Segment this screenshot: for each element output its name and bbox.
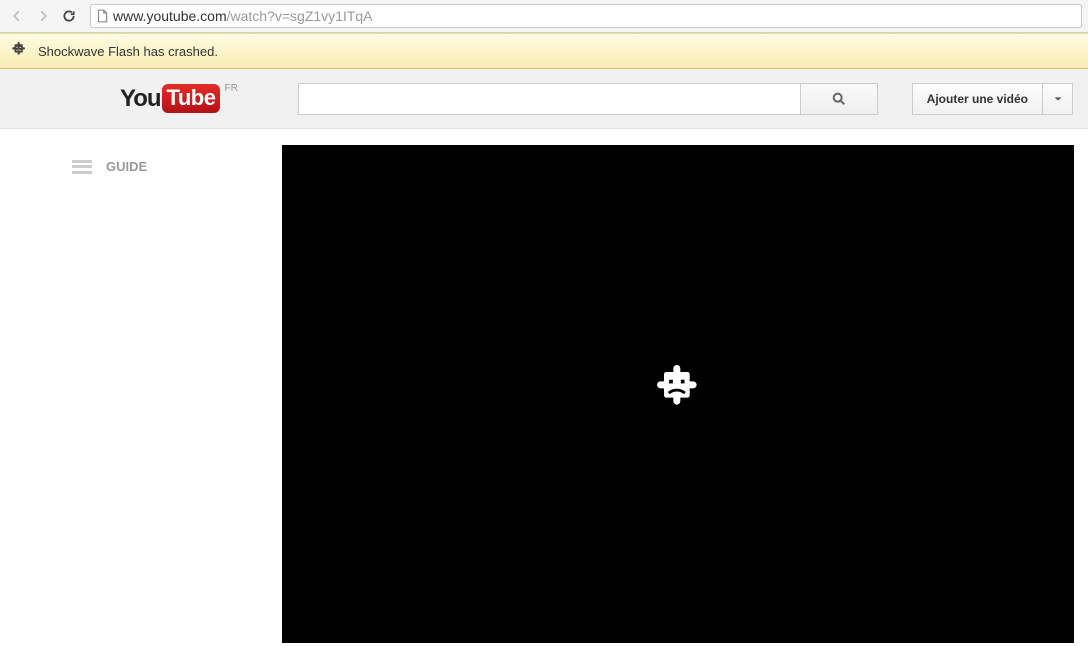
url-domain: www.youtube.com	[113, 8, 227, 24]
video-player[interactable]	[282, 145, 1074, 643]
guide-toggle[interactable]: GUIDE	[72, 159, 262, 174]
hamburger-icon	[72, 160, 92, 174]
browser-toolbar: www.youtube.com/watch?v=sgZ1vy1ITqA	[0, 0, 1088, 33]
page-icon	[95, 9, 109, 23]
masthead-right: Ajouter une vidéo	[912, 83, 1073, 115]
upload-button[interactable]: Ajouter une vidéo	[912, 83, 1043, 115]
url-text: www.youtube.com/watch?v=sgZ1vy1ITqA	[113, 8, 373, 24]
plugin-crash-icon	[10, 42, 28, 60]
search-input[interactable]	[298, 83, 800, 115]
upload-menu-button[interactable]	[1043, 83, 1073, 115]
search-button[interactable]	[800, 83, 878, 115]
forward-button[interactable]	[32, 5, 54, 27]
url-path: /watch?v=sgZ1vy1ITqA	[227, 8, 373, 24]
reload-button[interactable]	[58, 5, 80, 27]
crash-infobar: Shockwave Flash has crashed.	[0, 33, 1088, 69]
logo-you: You	[120, 85, 161, 113]
infobar-message: Shockwave Flash has crashed.	[38, 44, 218, 59]
chevron-down-icon	[1053, 94, 1063, 104]
search-group	[298, 83, 878, 115]
logo-tube: Tube	[162, 84, 221, 113]
address-bar[interactable]: www.youtube.com/watch?v=sgZ1vy1ITqA	[90, 4, 1082, 28]
youtube-header: You Tube FR Ajouter une vidéo	[0, 69, 1088, 129]
player-area	[282, 129, 1088, 646]
crashed-plugin-icon	[650, 365, 706, 424]
back-button[interactable]	[6, 5, 28, 27]
guide-label: GUIDE	[106, 159, 147, 174]
content-area: GUIDE	[0, 129, 1088, 646]
upload-label: Ajouter une vidéo	[927, 92, 1028, 106]
search-icon	[831, 91, 847, 107]
region-code: FR	[224, 83, 237, 94]
sidebar: GUIDE	[0, 129, 282, 646]
youtube-logo[interactable]: You Tube FR	[120, 84, 238, 113]
